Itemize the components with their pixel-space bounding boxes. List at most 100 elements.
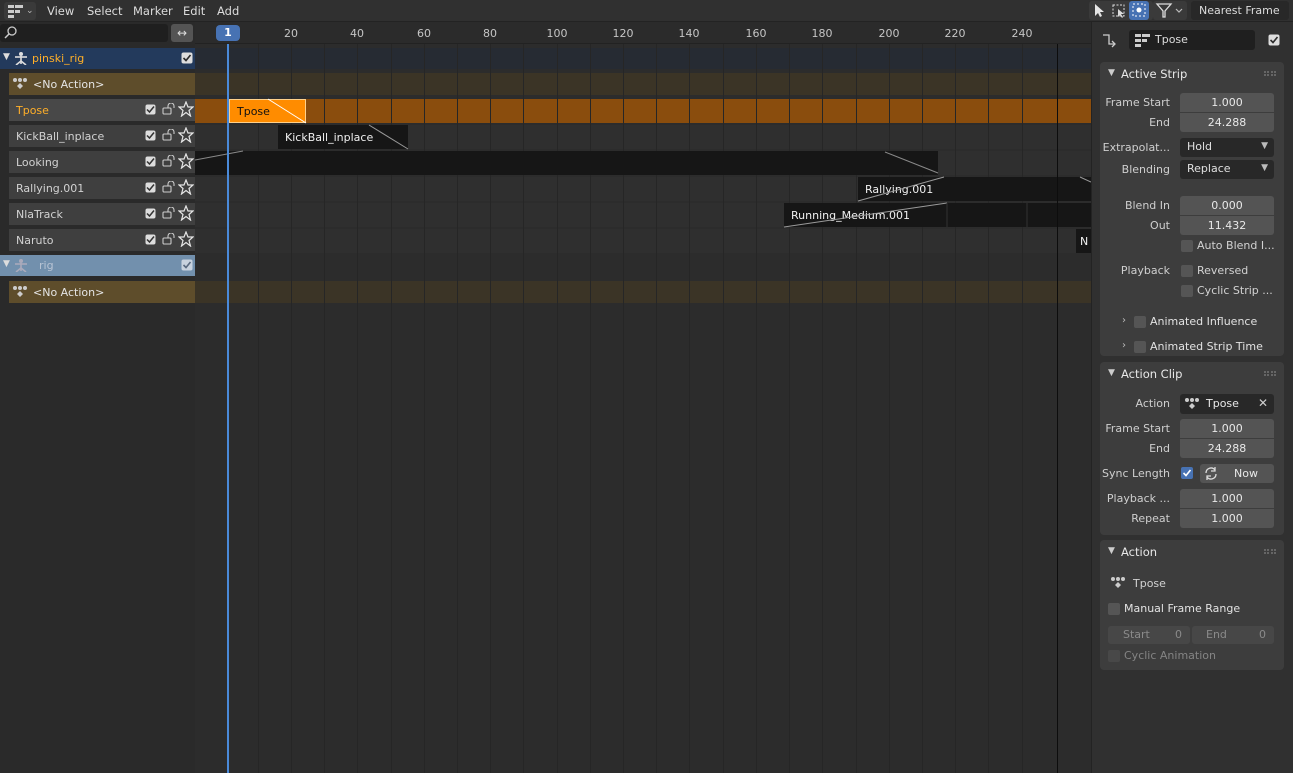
filter-button[interactable]	[1153, 1, 1187, 20]
expand-triangle-icon[interactable]: ▼	[3, 52, 10, 62]
sync-now-button[interactable]: Now	[1200, 464, 1274, 483]
solo-star-icon[interactable]	[178, 179, 194, 195]
drag-handle-icon[interactable]	[1264, 71, 1276, 76]
unlocked-icon[interactable]	[162, 103, 175, 115]
nla-track-rallying[interactable]: Rallying.001	[9, 177, 195, 199]
panel-header[interactable]: ▼ Active Strip	[1100, 62, 1284, 86]
cyclic-animation-label: Cyclic Animation	[1124, 649, 1216, 662]
checkbox-icon[interactable]	[181, 259, 193, 271]
playback-scale-field[interactable]: 1.000	[1180, 489, 1274, 508]
blend-out-field[interactable]: 11.432	[1180, 216, 1274, 235]
unlocked-icon[interactable]	[162, 233, 175, 245]
editor-type-button[interactable]: ⌄	[4, 2, 36, 20]
snap-mode-select[interactable]: Nearest Frame	[1191, 1, 1289, 20]
manual-frame-range-checkbox[interactable]	[1108, 603, 1120, 615]
solo-star-icon[interactable]	[178, 231, 194, 247]
repeat-field[interactable]: 1.000	[1180, 509, 1274, 528]
nla-track-kickball[interactable]: KickBall_inplace	[9, 125, 195, 147]
drag-handle-icon[interactable]	[1264, 549, 1276, 554]
solo-star-icon[interactable]	[178, 153, 194, 169]
blend-ramp-lines	[195, 98, 1091, 228]
panel-header[interactable]: ▼ Action Clip	[1100, 362, 1284, 386]
playhead[interactable]	[227, 44, 229, 773]
search-icon	[4, 26, 17, 39]
nla-track-tpose[interactable]: Tpose	[9, 99, 195, 121]
sync-length-checkbox[interactable]	[1181, 467, 1193, 479]
menu-select[interactable]: Select	[87, 4, 122, 18]
blend-out-label: Out	[1150, 219, 1170, 232]
auto-blend-checkbox[interactable]	[1181, 240, 1193, 252]
track-name: Tpose	[16, 104, 49, 117]
panel-header[interactable]: ▼ Action	[1100, 540, 1284, 564]
nla-track-looking[interactable]: Looking	[9, 151, 195, 173]
solo-star-icon[interactable]	[178, 205, 194, 221]
checkbox-icon[interactable]	[145, 130, 156, 141]
tick-label: 60	[417, 27, 431, 40]
unlocked-icon[interactable]	[162, 129, 175, 141]
strip-name-value: Tpose	[1155, 33, 1188, 46]
action-clip-panel: ▼ Action Clip Action Tpose ✕ Frame Start…	[1100, 362, 1284, 535]
channel-object-rig[interactable]: ▼ rig	[0, 255, 195, 276]
strip-mute-checkbox[interactable]	[1268, 34, 1280, 46]
tweak-tool-button[interactable]	[1089, 1, 1109, 20]
clip-frame-start-field[interactable]: 1.000	[1180, 419, 1274, 438]
frame-start-field[interactable]: 1.000	[1180, 93, 1274, 112]
chevron-down-icon: ⌄	[26, 6, 34, 16]
unlocked-icon[interactable]	[162, 155, 175, 167]
box-select-icon	[1112, 4, 1125, 18]
extrapolation-select[interactable]: Hold ▼	[1180, 138, 1274, 157]
double-arrow-icon: ↔	[176, 26, 188, 40]
channel-search-input[interactable]	[0, 24, 168, 42]
checkbox-icon[interactable]	[181, 52, 193, 64]
strip-name-field[interactable]: Tpose	[1129, 30, 1255, 50]
track-name: Rallying.001	[16, 182, 85, 195]
menu-marker[interactable]: Marker	[133, 4, 173, 18]
checkbox-icon[interactable]	[145, 156, 156, 167]
strip-tab-icon[interactable]	[1101, 32, 1117, 48]
expand-triangle-icon[interactable]: ▼	[3, 259, 10, 269]
checkbox-icon[interactable]	[145, 182, 156, 193]
nla-track-nlatrack[interactable]: NlaTrack	[9, 203, 195, 225]
drag-handle-icon[interactable]	[1264, 371, 1276, 376]
blending-select[interactable]: Replace ▼	[1180, 160, 1274, 179]
channel-object-pinski-rig[interactable]: ▼ pinski_rig	[0, 48, 195, 69]
chevron-down-icon: ▼	[1261, 163, 1268, 173]
swap-direction-button[interactable]: ↔	[171, 24, 193, 42]
menu-edit[interactable]: Edit	[183, 4, 205, 18]
track-name: NlaTrack	[16, 208, 63, 221]
nla-track-naruto[interactable]: Naruto	[9, 229, 195, 251]
channel-list: ↔ ▼ pinski_rig <No Action> Tpose KickBal…	[0, 22, 195, 773]
nla-timeline[interactable]: 1 20 40 60 80 100 120 140 160 180 200 22…	[195, 22, 1091, 773]
panel-title: Action	[1121, 545, 1158, 559]
range-end-field: End 0	[1192, 626, 1274, 644]
blend-in-field[interactable]: 0.000	[1180, 196, 1274, 215]
range-start-label: Start	[1123, 628, 1150, 641]
action-select-field[interactable]: Tpose ✕	[1180, 394, 1274, 414]
solo-star-icon[interactable]	[178, 101, 194, 117]
menu-add[interactable]: Add	[217, 4, 239, 18]
solo-star-icon[interactable]	[178, 127, 194, 143]
menu-view[interactable]: View	[47, 4, 74, 18]
unlocked-icon[interactable]	[162, 207, 175, 219]
action-icon	[1185, 398, 1199, 409]
current-frame-indicator[interactable]: 1	[216, 25, 240, 41]
animated-strip-time-subpanel[interactable]: › Animated Strip Time	[1100, 336, 1284, 358]
track-name: Naruto	[16, 234, 54, 247]
frame-ruler[interactable]: 1 20 40 60 80 100 120 140 160 180 200 22…	[195, 22, 1091, 44]
action-slot-pinski-rig[interactable]: <No Action>	[9, 73, 195, 95]
unlocked-icon[interactable]	[162, 181, 175, 193]
animated-influence-checkbox[interactable]	[1134, 316, 1146, 328]
animated-influence-subpanel[interactable]: › Animated Influence	[1100, 311, 1284, 333]
checkbox-icon[interactable]	[145, 234, 156, 245]
checkbox-icon[interactable]	[145, 104, 156, 115]
frame-end-field[interactable]: 24.288	[1180, 113, 1274, 132]
reversed-checkbox[interactable]	[1181, 265, 1193, 277]
action-slot-rig[interactable]: <No Action>	[9, 281, 195, 303]
cyclic-strip-checkbox[interactable]	[1181, 285, 1193, 297]
close-icon[interactable]: ✕	[1258, 396, 1268, 410]
snap-toggle-button[interactable]	[1129, 1, 1149, 20]
animated-strip-time-checkbox[interactable]	[1134, 341, 1146, 353]
clip-frame-end-field[interactable]: 24.288	[1180, 439, 1274, 458]
checkbox-icon[interactable]	[145, 208, 156, 219]
box-select-tool-button[interactable]	[1109, 1, 1129, 20]
